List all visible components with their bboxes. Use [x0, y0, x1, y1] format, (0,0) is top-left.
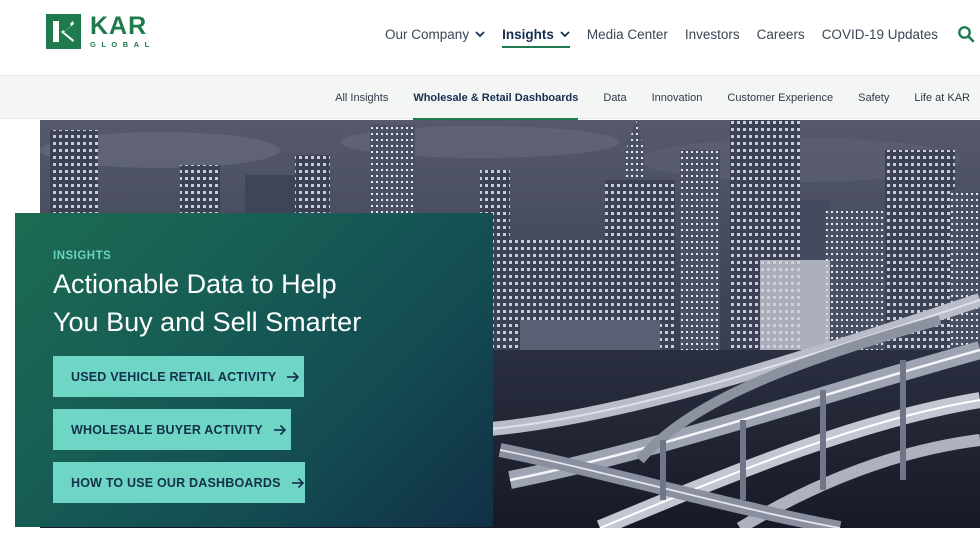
- nav-item-investors[interactable]: Investors: [685, 27, 740, 42]
- hero-eyebrow: INSIGHTS: [53, 250, 112, 262]
- main-navigation: Our Company Insights Media Center Invest…: [385, 24, 980, 48]
- wholesale-buyer-activity-button[interactable]: WHOLESALE BUYER ACTIVITY: [53, 409, 291, 450]
- logo-subtitle: GLOBAL: [90, 40, 155, 50]
- button-label: HOW TO USE OUR DASHBOARDS: [71, 475, 281, 490]
- nav-item-label: Media Center: [586, 26, 668, 42]
- arrow-right-icon: [291, 477, 304, 488]
- subnav-item-life-at-kar[interactable]: Life at KAR: [914, 76, 970, 120]
- nav-item-label: Investors: [684, 26, 740, 42]
- nav-item-label: Careers: [756, 26, 805, 42]
- nav-item-careers[interactable]: Careers: [757, 27, 805, 42]
- subnav-item-safety[interactable]: Safety: [858, 76, 889, 120]
- subnav-item-innovation[interactable]: Innovation: [652, 76, 703, 120]
- nav-item-our-company[interactable]: Our Company: [385, 27, 485, 42]
- nav-item-label: COVID-19 Updates: [821, 26, 938, 42]
- site-header: KAR GLOBAL Our Company Insights Media Ce…: [0, 0, 980, 75]
- arrow-right-icon: [287, 371, 300, 382]
- subnav-item-all-insights[interactable]: All Insights: [335, 76, 388, 120]
- kar-global-logo[interactable]: KAR GLOBAL: [46, 14, 155, 49]
- nav-item-media-center[interactable]: Media Center: [587, 27, 668, 42]
- insights-sub-navigation: All Insights Wholesale & Retail Dashboar…: [0, 75, 980, 120]
- button-label: WHOLESALE BUYER ACTIVITY: [71, 422, 263, 437]
- hero-heading: Actionable Data to Help You Buy and Sell…: [53, 265, 483, 341]
- kar-k-logo-icon: [46, 14, 81, 49]
- logo-word: KAR: [90, 12, 148, 41]
- logo-text: KAR GLOBAL: [90, 14, 155, 49]
- nav-item-covid-19-updates[interactable]: COVID-19 Updates: [822, 27, 938, 42]
- hero-overlay-panel: INSIGHTS Actionable Data to Help You Buy…: [15, 213, 493, 527]
- chevron-down-icon: [560, 31, 570, 38]
- nav-item-insights[interactable]: Insights: [502, 26, 570, 48]
- button-label: USED VEHICLE RETAIL ACTIVITY: [71, 369, 277, 384]
- hero-heading-line-1: Actionable Data to Help: [53, 269, 337, 299]
- used-vehicle-retail-activity-button[interactable]: USED VEHICLE RETAIL ACTIVITY: [53, 356, 304, 397]
- page-bottom-whitespace: [0, 528, 980, 552]
- hero-heading-line-2: You Buy and Sell Smarter: [53, 307, 362, 337]
- subnav-item-customer-experience[interactable]: Customer Experience: [727, 76, 833, 120]
- search-icon[interactable]: [957, 25, 975, 43]
- chevron-down-icon: [475, 31, 485, 38]
- nav-item-label: Insights: [502, 26, 554, 42]
- how-to-use-our-dashboards-button[interactable]: HOW TO USE OUR DASHBOARDS: [53, 462, 305, 503]
- nav-item-label: Our Company: [385, 26, 470, 42]
- subnav-item-wholesale-retail-dashboards[interactable]: Wholesale & Retail Dashboards: [413, 76, 579, 120]
- subnav-item-data[interactable]: Data: [603, 76, 626, 120]
- sub-nav-list: All Insights Wholesale & Retail Dashboar…: [310, 76, 970, 120]
- arrow-right-icon: [273, 424, 286, 435]
